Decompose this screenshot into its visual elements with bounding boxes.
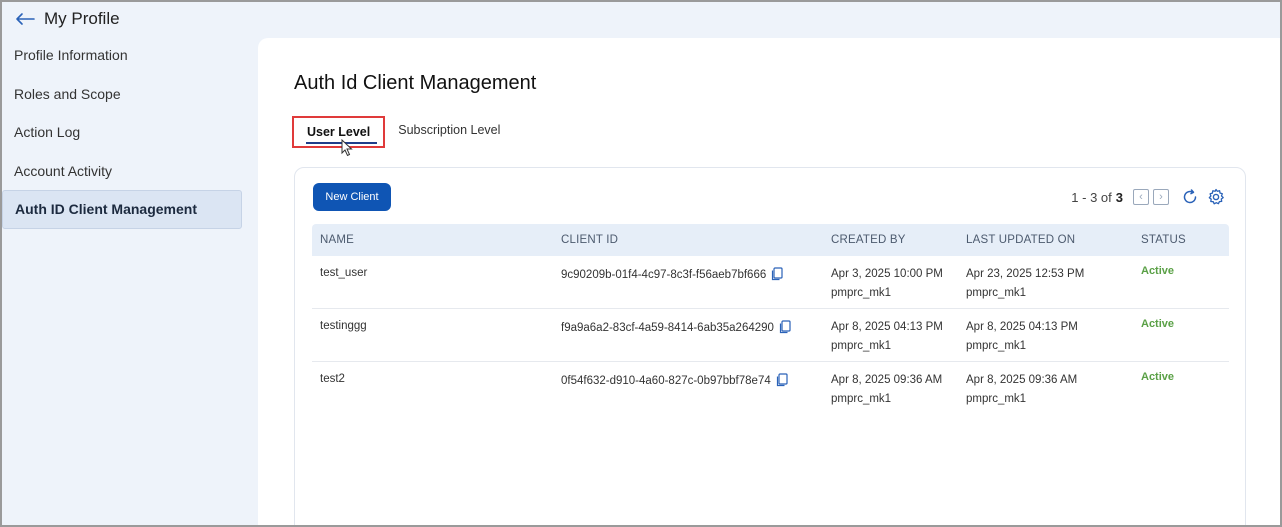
created-by: pmprc_mk1 [831, 340, 892, 352]
copy-icon[interactable] [776, 373, 788, 387]
created-by: pmprc_mk1 [831, 393, 892, 405]
created-by: pmprc_mk1 [831, 287, 892, 299]
client-name: test_user [320, 267, 368, 279]
updated-cell: Apr 8, 2025 04:13 PM pmprc_mk1 [966, 318, 1141, 356]
tab-label: Subscription Level [398, 123, 501, 137]
page-title: Auth Id Client Management [294, 72, 537, 94]
sidebar-item-label: Auth ID Client Management [15, 201, 198, 218]
app-window: My Profile Profile Information Roles and… [0, 0, 1282, 527]
client-id: 0f54f632-d910-4a60-827c-0b97bbf78e74 [561, 375, 771, 387]
pagination-range: 1 - 3 of [1071, 189, 1112, 205]
client-name: testinggg [320, 320, 367, 332]
refresh-icon[interactable] [1181, 188, 1199, 206]
sidebar-item-label: Roles and Scope [14, 85, 121, 102]
tab-user-level[interactable]: User Level [292, 116, 386, 157]
updated-by: pmprc_mk1 [966, 393, 1027, 405]
new-client-button[interactable]: New Client [313, 183, 391, 211]
client-name: test2 [320, 373, 345, 385]
updated-cell: Apr 23, 2025 12:53 PM pmprc_mk1 [966, 265, 1141, 303]
updated-by: pmprc_mk1 [966, 287, 1027, 299]
top-bar: My Profile [2, 2, 1280, 36]
status-badge: Active [1141, 265, 1175, 277]
tab-subscription-level[interactable]: Subscription Level [385, 116, 513, 148]
created-date: Apr 8, 2025 09:36 AM [831, 374, 943, 386]
tab-label: User Level [307, 125, 371, 139]
copy-icon[interactable] [771, 267, 783, 281]
tab-bar: User Level Subscription Level [292, 116, 513, 157]
sidebar-item-profile-information[interactable]: Profile Information [2, 36, 252, 75]
sidebar-item-label: Action Log [14, 124, 81, 141]
created-date: Apr 3, 2025 10:00 PM [831, 268, 943, 280]
column-header-created-by[interactable]: CREATED BY [831, 231, 966, 250]
arrow-left-icon[interactable] [14, 11, 36, 27]
pagination: 1 - 3 of 3 ‹ › [1071, 185, 1225, 209]
status-badge: Active [1141, 318, 1175, 330]
clients-card: New Client 1 - 3 of 3 ‹ › NAME CLIENT ID… [294, 167, 1246, 525]
status-badge: Active [1141, 371, 1175, 383]
sidebar-item-auth-id-client-management[interactable]: Auth ID Client Management [2, 190, 242, 229]
chevron-right-icon[interactable]: › [1153, 189, 1169, 205]
copy-icon[interactable] [779, 320, 791, 334]
client-id-cell: 0f54f632-d910-4a60-827c-0b97bbf78e74 [561, 371, 831, 387]
mouse-pointer-icon [341, 139, 353, 157]
column-header-last-updated-on[interactable]: LAST UPDATED ON [966, 231, 1141, 250]
sidebar-item-label: Account Activity [14, 162, 113, 179]
created-cell: Apr 3, 2025 10:00 PM pmprc_mk1 [831, 265, 966, 303]
sidebar-item-action-log[interactable]: Action Log [2, 113, 252, 152]
sidebar-item-label: Profile Information [14, 47, 128, 64]
table-row[interactable]: test2 0f54f632-d910-4a60-827c-0b97bbf78e… [312, 362, 1229, 415]
client-id-cell: 9c90209b-01f4-4c97-8c3f-f56aeb7bf666 [561, 265, 831, 281]
gear-icon[interactable] [1207, 188, 1225, 206]
updated-by: pmprc_mk1 [966, 340, 1027, 352]
table-row[interactable]: testinggg f9a9a6a2-83cf-4a59-8414-6ab35a… [312, 309, 1229, 362]
client-id: 9c90209b-01f4-4c97-8c3f-f56aeb7bf666 [561, 269, 767, 281]
sidebar-item-roles-and-scope[interactable]: Roles and Scope [2, 75, 252, 114]
page-heading: My Profile [44, 9, 120, 28]
chevron-left-icon[interactable]: ‹ [1133, 189, 1149, 205]
created-cell: Apr 8, 2025 04:13 PM pmprc_mk1 [831, 318, 966, 356]
client-id: f9a9a6a2-83cf-4a59-8414-6ab35a264290 [561, 322, 774, 334]
updated-cell: Apr 8, 2025 09:36 AM pmprc_mk1 [966, 371, 1141, 409]
table-row[interactable]: test_user 9c90209b-01f4-4c97-8c3f-f56aeb… [312, 256, 1229, 309]
column-header-client-id[interactable]: CLIENT ID [561, 234, 831, 246]
updated-date: Apr 8, 2025 09:36 AM [966, 374, 1078, 386]
table-header: NAME CLIENT ID CREATED BY LAST UPDATED O… [312, 224, 1229, 256]
clients-table: NAME CLIENT ID CREATED BY LAST UPDATED O… [312, 224, 1229, 415]
client-id-cell: f9a9a6a2-83cf-4a59-8414-6ab35a264290 [561, 318, 831, 334]
sidebar-item-account-activity[interactable]: Account Activity [2, 152, 252, 191]
updated-date: Apr 8, 2025 04:13 PM [966, 321, 1078, 333]
created-cell: Apr 8, 2025 09:36 AM pmprc_mk1 [831, 371, 966, 409]
column-header-name[interactable]: NAME [312, 234, 561, 246]
updated-date: Apr 23, 2025 12:53 PM [966, 268, 1085, 280]
main-content: Auth Id Client Management User Level Sub… [258, 38, 1280, 525]
sidebar: Profile Information Roles and Scope Acti… [2, 36, 252, 525]
pagination-total: 3 [1115, 189, 1123, 205]
column-header-status[interactable]: STATUS [1141, 234, 1229, 246]
created-date: Apr 8, 2025 04:13 PM [831, 321, 943, 333]
